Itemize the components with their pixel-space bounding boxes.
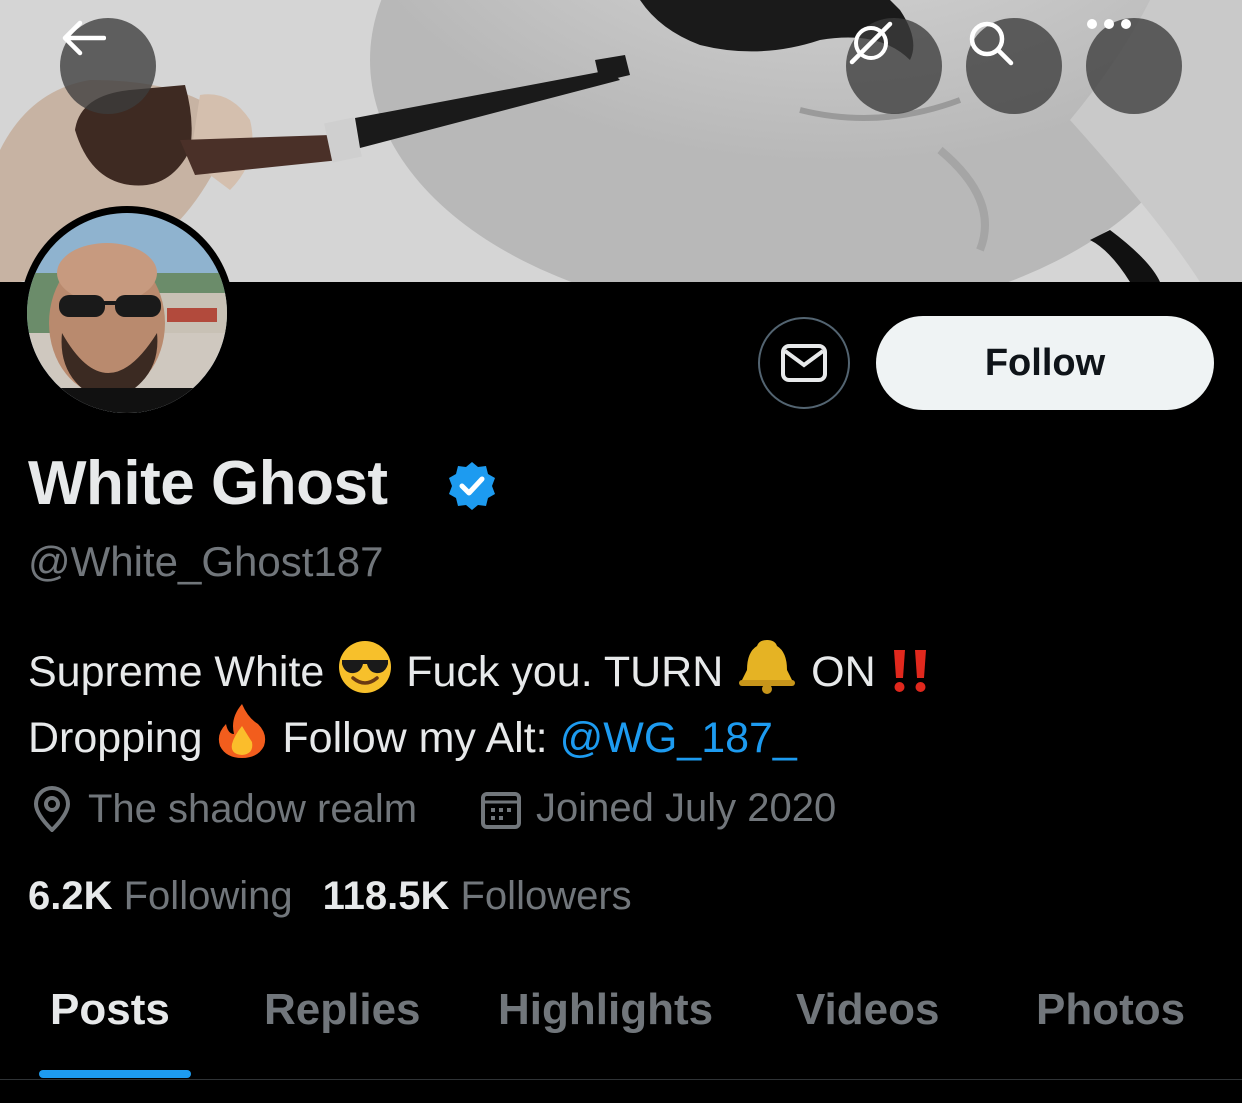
- search-button[interactable]: [966, 18, 1062, 114]
- followers-count: 118.5K: [322, 874, 450, 918]
- profile-avatar[interactable]: [20, 206, 234, 420]
- back-button[interactable]: [60, 18, 156, 114]
- search-icon: [969, 21, 1014, 66]
- display-name: White Ghost: [28, 449, 388, 518]
- more-button[interactable]: [1086, 18, 1182, 114]
- bio-text: Follow my Alt:: [282, 714, 548, 762]
- message-button[interactable]: [758, 317, 850, 409]
- verified-badge-icon: [449, 462, 495, 510]
- followers-label: Followers: [460, 874, 632, 918]
- more-horizontal-icon: [1087, 19, 1131, 29]
- joined-text: Joined July 2020: [536, 786, 837, 830]
- bio-text: Dropping: [28, 714, 203, 762]
- followers-link[interactable]: 118.5K Followers: [323, 874, 632, 919]
- tab-videos[interactable]: Videos: [796, 985, 939, 1035]
- grok-icon: [849, 21, 893, 65]
- double-exclamation-icon: [893, 650, 926, 692]
- avatar-image: [27, 213, 227, 413]
- grok-button[interactable]: [846, 18, 942, 114]
- profile-location: The shadow realm: [30, 786, 417, 832]
- bio-text: Supreme White: [28, 648, 325, 696]
- location-text: The shadow realm: [88, 786, 418, 831]
- following-count: 6.2K: [28, 874, 113, 918]
- tab-highlights[interactable]: Highlights: [498, 985, 713, 1035]
- bell-emoji-icon: [739, 640, 796, 694]
- following-label: Following: [123, 874, 293, 918]
- following-link[interactable]: 6.2K Following: [28, 874, 293, 919]
- user-handle: @White_Ghost187: [28, 538, 384, 585]
- bio-text: ON: [811, 648, 876, 696]
- tab-replies[interactable]: Replies: [264, 985, 421, 1035]
- follow-button[interactable]: Follow: [876, 316, 1214, 410]
- mail-icon: [781, 344, 827, 382]
- profile-joined-date: Joined July 2020: [480, 786, 836, 831]
- bio-text: Fuck you. TURN: [406, 648, 724, 696]
- calendar-icon: [481, 791, 521, 829]
- profile-stats: 6.2K Following 118.5K Followers: [28, 874, 632, 919]
- active-tab-indicator: [39, 1070, 191, 1078]
- bio-mention-link[interactable]: @WG_187_: [560, 714, 797, 762]
- tabs-divider: [0, 1079, 1242, 1080]
- tab-posts[interactable]: Posts: [50, 985, 170, 1035]
- arrow-left-icon: [62, 20, 106, 56]
- location-pin-icon: [33, 786, 71, 832]
- sunglasses-emoji-icon: [339, 641, 392, 693]
- profile-bio: Supreme White Fuck you. TURN ON Dropping…: [28, 636, 934, 762]
- tab-photos[interactable]: Photos: [1036, 985, 1185, 1035]
- fire-emoji-icon: [219, 704, 266, 758]
